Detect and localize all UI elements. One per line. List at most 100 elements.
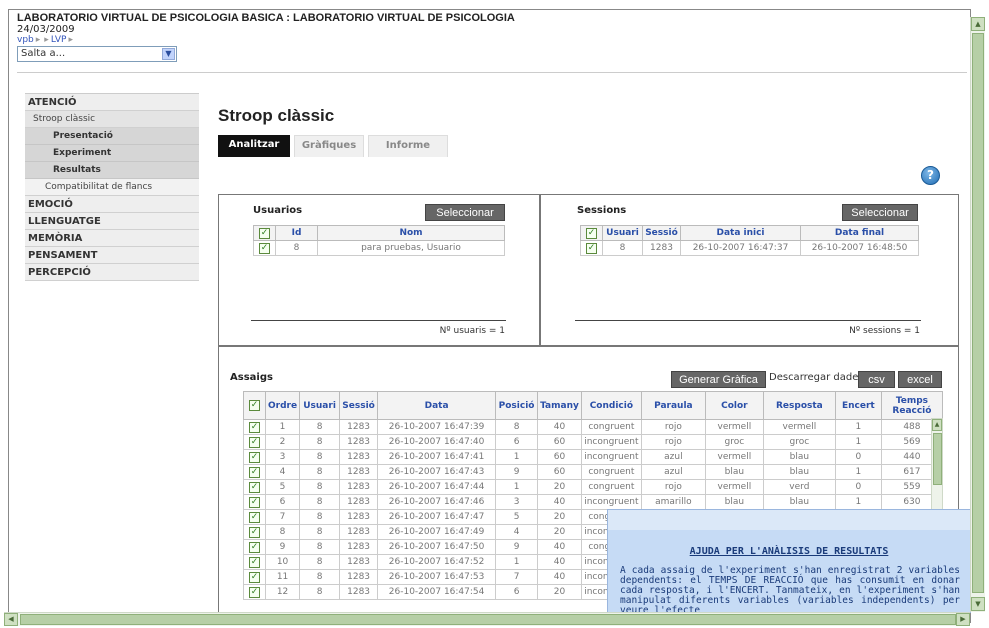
chevron-down-icon[interactable]: ▼ xyxy=(162,48,175,60)
table-row[interactable]: ✓ 6 8 1283 26-10-2007 16:47:46 3 40 incongruent… xyxy=(243,494,944,510)
select-all-checkbox[interactable]: ✓ xyxy=(253,225,276,241)
row-checkbox[interactable]: ✓ xyxy=(243,449,266,465)
jump-select[interactable]: Salta a... ▼ xyxy=(17,46,177,62)
tab-analitzar[interactable]: Analitzar xyxy=(218,135,290,157)
row-checkbox[interactable]: ✓ xyxy=(243,539,266,555)
column-header[interactable]: Data inici xyxy=(680,225,801,241)
table-cell: 26-10-2007 16:47:54 xyxy=(377,584,497,600)
scrollbar-thumb[interactable] xyxy=(933,433,942,485)
row-checkbox[interactable]: ✓ xyxy=(243,494,266,510)
column-header[interactable]: Encert xyxy=(834,391,882,420)
scroll-up-icon[interactable]: ▲ xyxy=(932,419,942,431)
column-header[interactable]: Ordre xyxy=(264,391,301,420)
sidebar-item-resultats[interactable]: Resultats xyxy=(25,162,199,179)
column-header[interactable]: Sessió xyxy=(642,225,681,241)
scrollbar-thumb[interactable] xyxy=(20,614,956,625)
table-cell: 20 xyxy=(537,509,582,525)
usuarios-select-button[interactable]: Seleccionar xyxy=(425,204,505,221)
download-excel-button[interactable]: excel xyxy=(898,371,942,388)
breadcrumb-separator: ▸ xyxy=(44,35,49,45)
table-row[interactable]: ✓ 2 8 1283 26-10-2007 16:47:40 6 60 incongruent… xyxy=(243,434,944,450)
table-row[interactable]: ✓ 8 para pruebas, Usuario xyxy=(253,240,505,256)
table-cell: 3 xyxy=(264,449,301,465)
column-header[interactable]: Id xyxy=(275,225,318,241)
vertical-scrollbar[interactable]: ▲ ▼ xyxy=(970,17,985,612)
column-header[interactable]: Usuari xyxy=(602,225,643,241)
table-cell: 4 xyxy=(264,464,301,480)
tab-informe[interactable]: Informe xyxy=(368,135,448,157)
horizontal-scrollbar[interactable]: ◀ ▶ xyxy=(4,612,970,626)
sidebar-item-stroop-classic[interactable]: Stroop clàssic xyxy=(25,111,199,128)
scroll-right-icon[interactable]: ▶ xyxy=(956,613,970,626)
table-cell: groc xyxy=(704,434,764,450)
table-cell: incongruent xyxy=(580,434,642,450)
column-header[interactable]: Tamany xyxy=(537,391,582,420)
row-checkbox[interactable]: ✓ xyxy=(243,464,266,480)
column-header[interactable]: Paraula xyxy=(640,391,706,420)
table-row[interactable]: ✓ 8 1283 26-10-2007 16:47:37 26-10-2007 … xyxy=(580,240,919,256)
select-all-checkbox[interactable]: ✓ xyxy=(580,225,603,241)
table-cell: 7 xyxy=(495,569,539,585)
breadcrumb-vpb[interactable]: vpb xyxy=(17,35,34,45)
breadcrumb-lvp[interactable]: LVP xyxy=(51,35,67,45)
column-header[interactable]: Sessió xyxy=(339,391,379,420)
column-header[interactable]: Color xyxy=(704,391,764,420)
table-row[interactable]: ✓ 4 8 1283 26-10-2007 16:47:43 9 60 congruent az… xyxy=(243,464,944,480)
sidebar-item-compatibilitat-flancs[interactable]: Compatibilitat de flancs xyxy=(25,179,199,196)
table-cell: 8 xyxy=(299,464,341,480)
column-header[interactable]: Resposta xyxy=(762,391,836,420)
download-csv-button[interactable]: csv xyxy=(858,371,895,388)
sidebar-item-pensament[interactable]: PENSAMENT xyxy=(25,247,199,264)
sidebar-item-memoria[interactable]: MEMÒRIA xyxy=(25,230,199,247)
tab-grafiques[interactable]: Gràfiques xyxy=(294,135,364,157)
scroll-down-icon[interactable]: ▼ xyxy=(971,597,985,611)
sidebar-item-percepcio[interactable]: PERCEPCIÓ xyxy=(25,264,199,281)
table-cell: 1 xyxy=(834,434,882,450)
scrollbar-thumb[interactable] xyxy=(972,33,984,593)
select-all-checkbox[interactable]: ✓ xyxy=(243,391,266,420)
column-header[interactable]: Data final xyxy=(800,225,919,241)
sidebar-item-emocio[interactable]: EMOCIÓ xyxy=(25,196,199,213)
sidebar-item-llenguatge[interactable]: LLENGUATGE xyxy=(25,213,199,230)
column-header[interactable]: Data xyxy=(377,391,497,420)
sidebar-item-atencio[interactable]: ATENCIÓ xyxy=(25,94,199,111)
table-header-row: ✓ Id Nom xyxy=(253,225,505,241)
column-header[interactable]: Nom xyxy=(317,225,505,241)
table-row[interactable]: ✓ 1 8 1283 26-10-2007 16:47:39 8 40 congruent ro… xyxy=(243,419,944,435)
row-checkbox[interactable]: ✓ xyxy=(253,240,276,256)
table-cell: 8 xyxy=(299,449,341,465)
table-cell: 20 xyxy=(537,584,582,600)
table-cell: 11 xyxy=(264,569,301,585)
row-checkbox[interactable]: ✓ xyxy=(243,509,266,525)
table-header-row: ✓ Usuari Sessió Data inici Data final xyxy=(580,225,919,241)
table-cell: 1 xyxy=(834,464,882,480)
table-cell: 1 xyxy=(495,449,539,465)
table-cell: 40 xyxy=(537,569,582,585)
column-header[interactable]: Temps Reacció xyxy=(880,391,944,420)
row-checkbox[interactable]: ✓ xyxy=(243,524,266,540)
help-popup-title: AJUDA PER L'ANÀLISIS DE RESULTATS xyxy=(689,546,889,557)
generate-chart-button[interactable]: Generar Gràfica xyxy=(671,371,766,388)
column-header[interactable]: Posició xyxy=(495,391,539,420)
sessions-select-button[interactable]: Seleccionar xyxy=(842,204,918,221)
table-row[interactable]: ✓ 3 8 1283 26-10-2007 16:47:41 1 60 incongruent… xyxy=(243,449,944,465)
row-checkbox[interactable]: ✓ xyxy=(243,479,266,495)
scroll-up-icon[interactable]: ▲ xyxy=(971,17,985,31)
sidebar-item-experiment[interactable]: Experiment xyxy=(25,145,199,162)
table-cell: 20 xyxy=(537,524,582,540)
row-checkbox[interactable]: ✓ xyxy=(243,584,266,600)
table-cell: rojo xyxy=(640,479,706,495)
sidebar-item-presentacio[interactable]: Presentació xyxy=(25,128,199,145)
table-cell: congruent xyxy=(580,464,642,480)
row-checkbox[interactable]: ✓ xyxy=(580,240,603,256)
column-header[interactable]: Condició xyxy=(580,391,642,420)
table-cell: 1283 xyxy=(339,584,379,600)
row-checkbox[interactable]: ✓ xyxy=(243,434,266,450)
row-checkbox[interactable]: ✓ xyxy=(243,419,266,435)
column-header[interactable]: Usuari xyxy=(299,391,341,420)
row-checkbox[interactable]: ✓ xyxy=(243,569,266,585)
scroll-left-icon[interactable]: ◀ xyxy=(4,613,18,626)
table-row[interactable]: ✓ 5 8 1283 26-10-2007 16:47:44 1 20 congruent ro… xyxy=(243,479,944,495)
row-checkbox[interactable]: ✓ xyxy=(243,554,266,570)
help-icon[interactable]: ? xyxy=(921,166,940,185)
